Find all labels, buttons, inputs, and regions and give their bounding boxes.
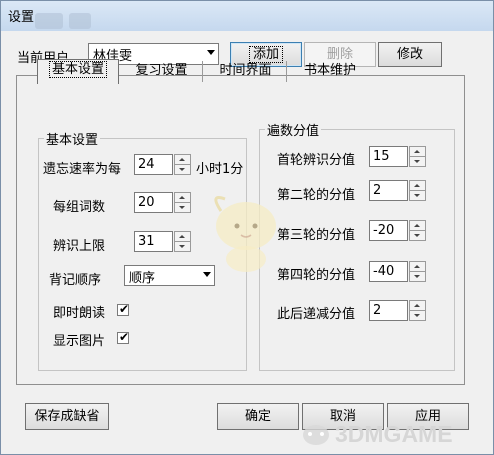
gamepad-logo-icon xyxy=(303,425,329,445)
words-per-group-input[interactable]: 20 xyxy=(134,192,173,213)
words-per-group-stepper[interactable] xyxy=(174,192,191,213)
score-input-round3[interactable]: -20 xyxy=(369,220,408,241)
arrow-down-icon[interactable] xyxy=(179,168,185,171)
recognize-limit-input[interactable]: 31 xyxy=(134,231,173,252)
score-stepper-round1[interactable] xyxy=(409,146,426,167)
arrow-up-icon[interactable] xyxy=(179,235,185,238)
arrow-up-icon[interactable] xyxy=(179,158,185,161)
arrow-down-icon[interactable] xyxy=(414,160,420,163)
forget-rate-label: 遗忘速率为每 xyxy=(43,162,122,177)
chevron-down-icon[interactable] xyxy=(207,50,215,55)
recognize-limit-label: 辨识上限 xyxy=(53,239,106,254)
read-aloud-label: 即时朗读 xyxy=(53,306,106,321)
title-bar: 设置 xyxy=(1,1,493,31)
score-input-round2[interactable]: 2 xyxy=(369,180,408,201)
tab-review-settings[interactable]: 复习设置 xyxy=(121,61,203,82)
score-input-decrement[interactable]: 2 xyxy=(369,300,408,321)
forget-rate-stepper[interactable] xyxy=(174,154,191,175)
tab-book-maintenance[interactable]: 书本维护 xyxy=(289,61,371,82)
modify-user-button[interactable]: 修改 xyxy=(378,42,442,67)
blurred-toolbar-icon xyxy=(69,13,91,29)
arrow-down-icon[interactable] xyxy=(414,194,420,197)
forget-rate-input[interactable]: 24 xyxy=(134,154,173,175)
recite-order-label: 背记顺序 xyxy=(49,273,102,288)
arrow-down-icon[interactable] xyxy=(414,275,420,278)
blurred-toolbar-icon xyxy=(35,13,63,29)
arrow-down-icon[interactable] xyxy=(179,206,185,209)
recognize-limit-stepper[interactable] xyxy=(174,231,191,252)
arrow-up-icon[interactable] xyxy=(414,265,420,268)
check-mark-icon: ✔ xyxy=(119,330,130,344)
score-label-round1: 首轮辨识分值 xyxy=(277,153,356,168)
score-label-decrement: 此后递减分值 xyxy=(277,307,356,322)
score-input-round4[interactable]: -40 xyxy=(369,261,408,282)
words-per-group-label: 每组词数 xyxy=(53,200,106,215)
arrow-up-icon[interactable] xyxy=(414,224,420,227)
arrow-down-icon[interactable] xyxy=(179,245,185,248)
check-mark-icon: ✔ xyxy=(119,302,130,316)
arrow-down-icon[interactable] xyxy=(414,314,420,317)
arrow-up-icon[interactable] xyxy=(414,184,420,187)
tab-basic-settings[interactable]: 基本设置 xyxy=(37,59,119,84)
mascot-watermark-icon xyxy=(214,196,276,272)
arrow-up-icon[interactable] xyxy=(414,150,420,153)
read-aloud-checkbox[interactable]: ✔ xyxy=(117,302,130,316)
arrow-up-icon[interactable] xyxy=(414,304,420,307)
basic-settings-group-title: 基本设置 xyxy=(44,129,101,148)
score-stepper-round4[interactable] xyxy=(409,261,426,282)
forget-rate-unit: 小时1分 xyxy=(196,162,244,177)
settings-window: 设置 当前用户 林佳雯 添加 删除 修改 基本设置 复习设置 时间界面 书本维护… xyxy=(0,0,494,455)
ok-button[interactable]: 确定 xyxy=(217,403,299,430)
show-image-checkbox[interactable]: ✔ xyxy=(117,330,130,344)
round-score-group-title: 遍数分值 xyxy=(265,120,322,139)
score-stepper-round2[interactable] xyxy=(409,180,426,201)
window-title: 设置 xyxy=(8,10,35,25)
score-stepper-decrement[interactable] xyxy=(409,300,426,321)
score-stepper-round3[interactable] xyxy=(409,220,426,241)
score-input-round1[interactable]: 15 xyxy=(369,146,408,167)
watermark-text: 3DMGAME xyxy=(335,421,453,447)
show-image-label: 显示图片 xyxy=(53,334,106,349)
save-as-default-button[interactable]: 保存成缺省 xyxy=(25,403,109,430)
recite-order-value: 顺序 xyxy=(129,271,156,286)
arrow-up-icon[interactable] xyxy=(179,196,185,199)
arrow-down-icon[interactable] xyxy=(414,234,420,237)
tab-time-interface[interactable]: 时间界面 xyxy=(205,61,287,82)
